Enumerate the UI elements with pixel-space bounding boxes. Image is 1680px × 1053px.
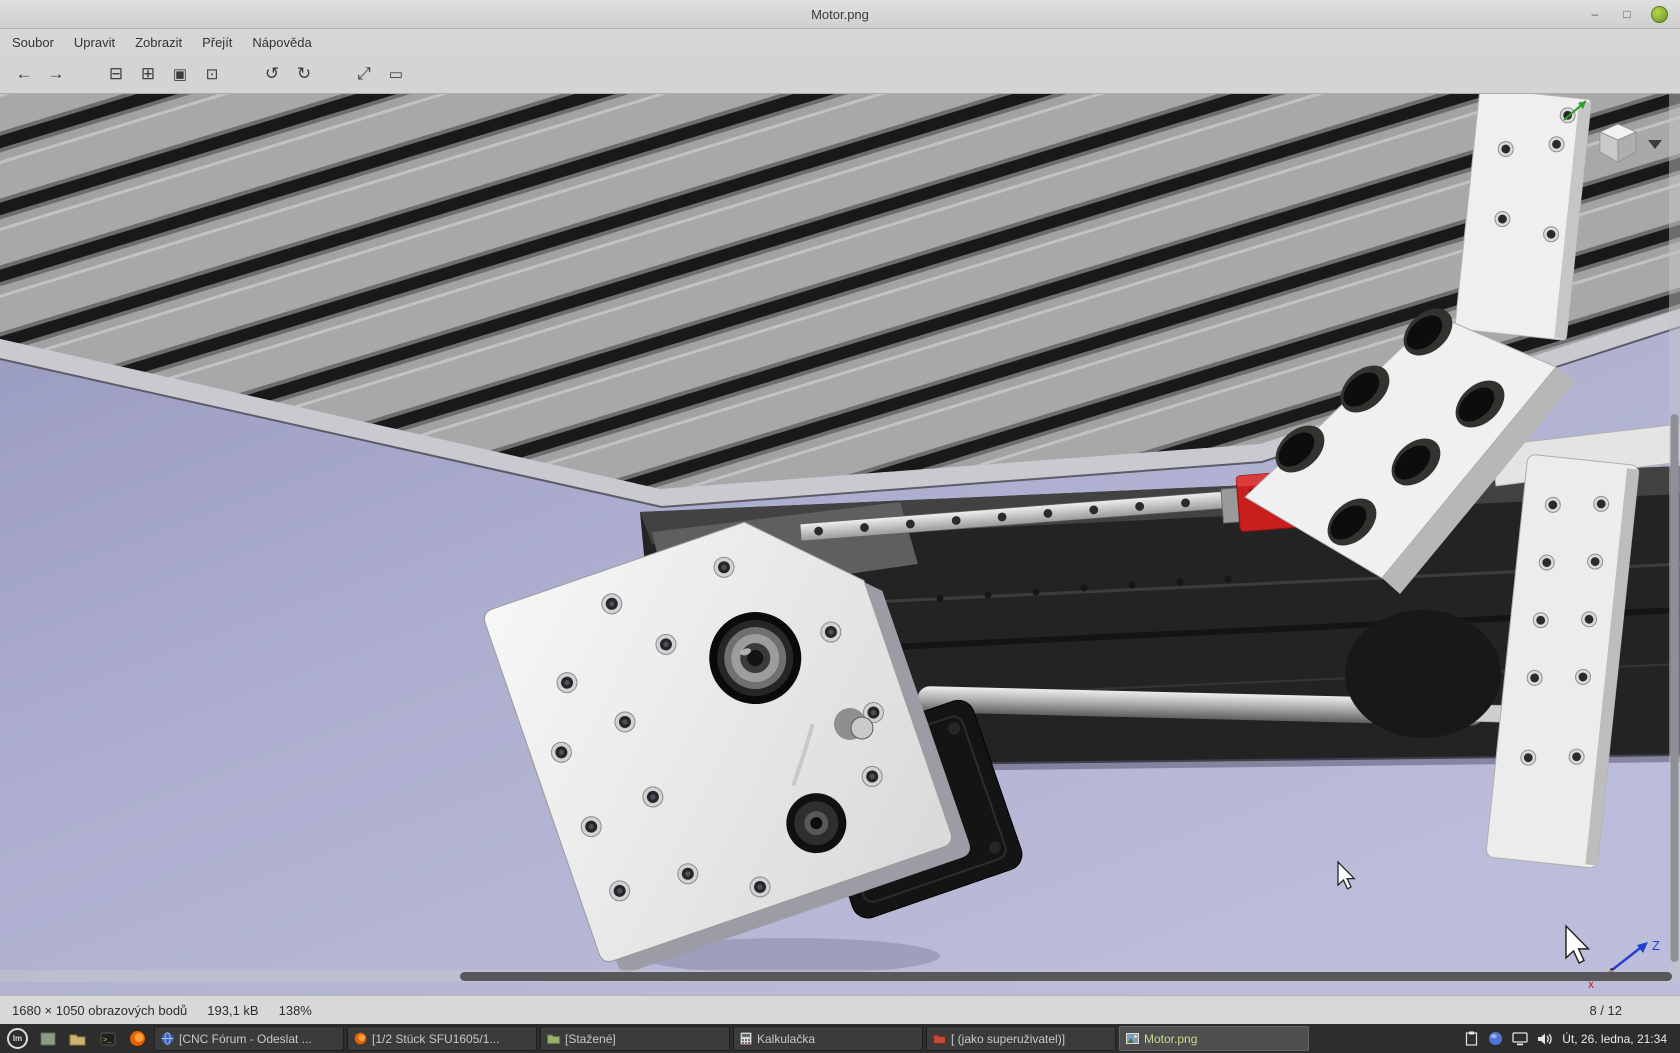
taskbar: lm >_ [CNC Fórum - Odeslat ... [1/2 Stüc… xyxy=(0,1024,1680,1053)
best-fit-button[interactable]: ⊡ xyxy=(196,59,228,89)
volume-icon[interactable] xyxy=(1537,1032,1553,1046)
display-icon[interactable] xyxy=(1512,1032,1528,1046)
rotate-left-button[interactable]: ↺ xyxy=(256,59,288,89)
axis-z-label: Z xyxy=(1652,938,1660,953)
calculator-icon xyxy=(740,1032,752,1045)
show-desktop-icon xyxy=(40,1032,56,1046)
image-file-icon xyxy=(1126,1033,1139,1044)
firefox-window-icon xyxy=(354,1032,367,1045)
zoom-in-button[interactable]: ⊞ xyxy=(132,59,164,89)
downloads-folder-icon xyxy=(547,1033,560,1044)
normal-size-button[interactable]: ▣ xyxy=(164,59,196,89)
network-icon[interactable] xyxy=(1488,1031,1503,1046)
window-title: Motor.png xyxy=(811,7,869,22)
cad-image: Z x xyxy=(0,94,1680,995)
menu-soubor[interactable]: Soubor xyxy=(2,35,64,50)
taskbar-window-kalkulacka[interactable]: Kalkulačka xyxy=(733,1026,923,1051)
root-folder-icon xyxy=(933,1033,946,1044)
terminal-launcher[interactable]: >_ xyxy=(94,1026,121,1051)
firefox-launcher[interactable] xyxy=(124,1026,151,1051)
taskbar-window-stazene[interactable]: [Stažené] xyxy=(540,1026,730,1051)
clipboard-icon[interactable] xyxy=(1464,1031,1479,1046)
file-manager-launcher[interactable] xyxy=(64,1026,91,1051)
browser-globe-icon xyxy=(161,1032,174,1045)
statusbar: 1680 × 1050 obrazových bodů 193,1 kB 138… xyxy=(0,995,1680,1024)
system-tray: Út, 26. ledna, 21:34 xyxy=(1464,1031,1676,1046)
taskbar-window-motor-png[interactable]: Motor.png xyxy=(1119,1026,1309,1051)
mint-logo-icon: lm xyxy=(7,1028,28,1049)
zoom-level: 138% xyxy=(279,1003,312,1018)
previous-image-button[interactable]: ← xyxy=(8,59,40,89)
fullscreen-button[interactable]: ⤢ xyxy=(348,59,380,89)
menubar: Soubor Upravit Zobrazit Přejít Nápověda xyxy=(0,29,1680,55)
maximize-button[interactable]: □ xyxy=(1619,6,1635,22)
minimize-button[interactable]: – xyxy=(1587,6,1603,22)
bearing-block xyxy=(1345,610,1501,738)
image-viewport[interactable]: Z x xyxy=(0,94,1680,995)
close-button[interactable] xyxy=(1651,6,1668,23)
image-dimensions: 1680 × 1050 obrazových bodů xyxy=(12,1003,187,1018)
taskbar-window-cnc-forum[interactable]: [CNC Fórum - Odeslat ... xyxy=(154,1026,344,1051)
mint-menu-button[interactable]: lm xyxy=(4,1026,31,1051)
terminal-icon: >_ xyxy=(100,1032,116,1046)
menu-napoveda[interactable]: Nápověda xyxy=(242,35,321,50)
folder-icon xyxy=(69,1032,86,1046)
rotate-right-button[interactable]: ↻ xyxy=(288,59,320,89)
firefox-icon xyxy=(129,1030,146,1047)
menu-zobrazit[interactable]: Zobrazit xyxy=(125,35,192,50)
h-scrollbar-thumb[interactable] xyxy=(460,972,1672,981)
zoom-out-button[interactable]: ⊟ xyxy=(100,59,132,89)
v-scrollbar-thumb[interactable] xyxy=(1671,414,1679,962)
svg-text:>_: >_ xyxy=(103,1037,112,1045)
toolbar: ← → ⊟ ⊞ ▣ ⊡ ↺ ↻ ⤢ ▭ xyxy=(0,55,1680,94)
titlebar: Motor.png – □ xyxy=(0,0,1680,29)
show-desktop-button[interactable] xyxy=(34,1026,61,1051)
menu-prejit[interactable]: Přejít xyxy=(192,35,242,50)
taskbar-window-superuser[interactable]: [ (jako superuživatel)] xyxy=(926,1026,1116,1051)
file-size: 193,1 kB xyxy=(207,1003,258,1018)
menu-upravit[interactable]: Upravit xyxy=(64,35,125,50)
clock[interactable]: Út, 26. ledna, 21:34 xyxy=(1562,1032,1667,1046)
taskbar-window-sfu1605[interactable]: [1/2 Stück SFU1605/1... xyxy=(347,1026,537,1051)
slideshow-button[interactable]: ▭ xyxy=(380,59,412,89)
collection-position: 8 / 12 xyxy=(1589,1003,1622,1018)
next-image-button[interactable]: → xyxy=(40,59,72,89)
